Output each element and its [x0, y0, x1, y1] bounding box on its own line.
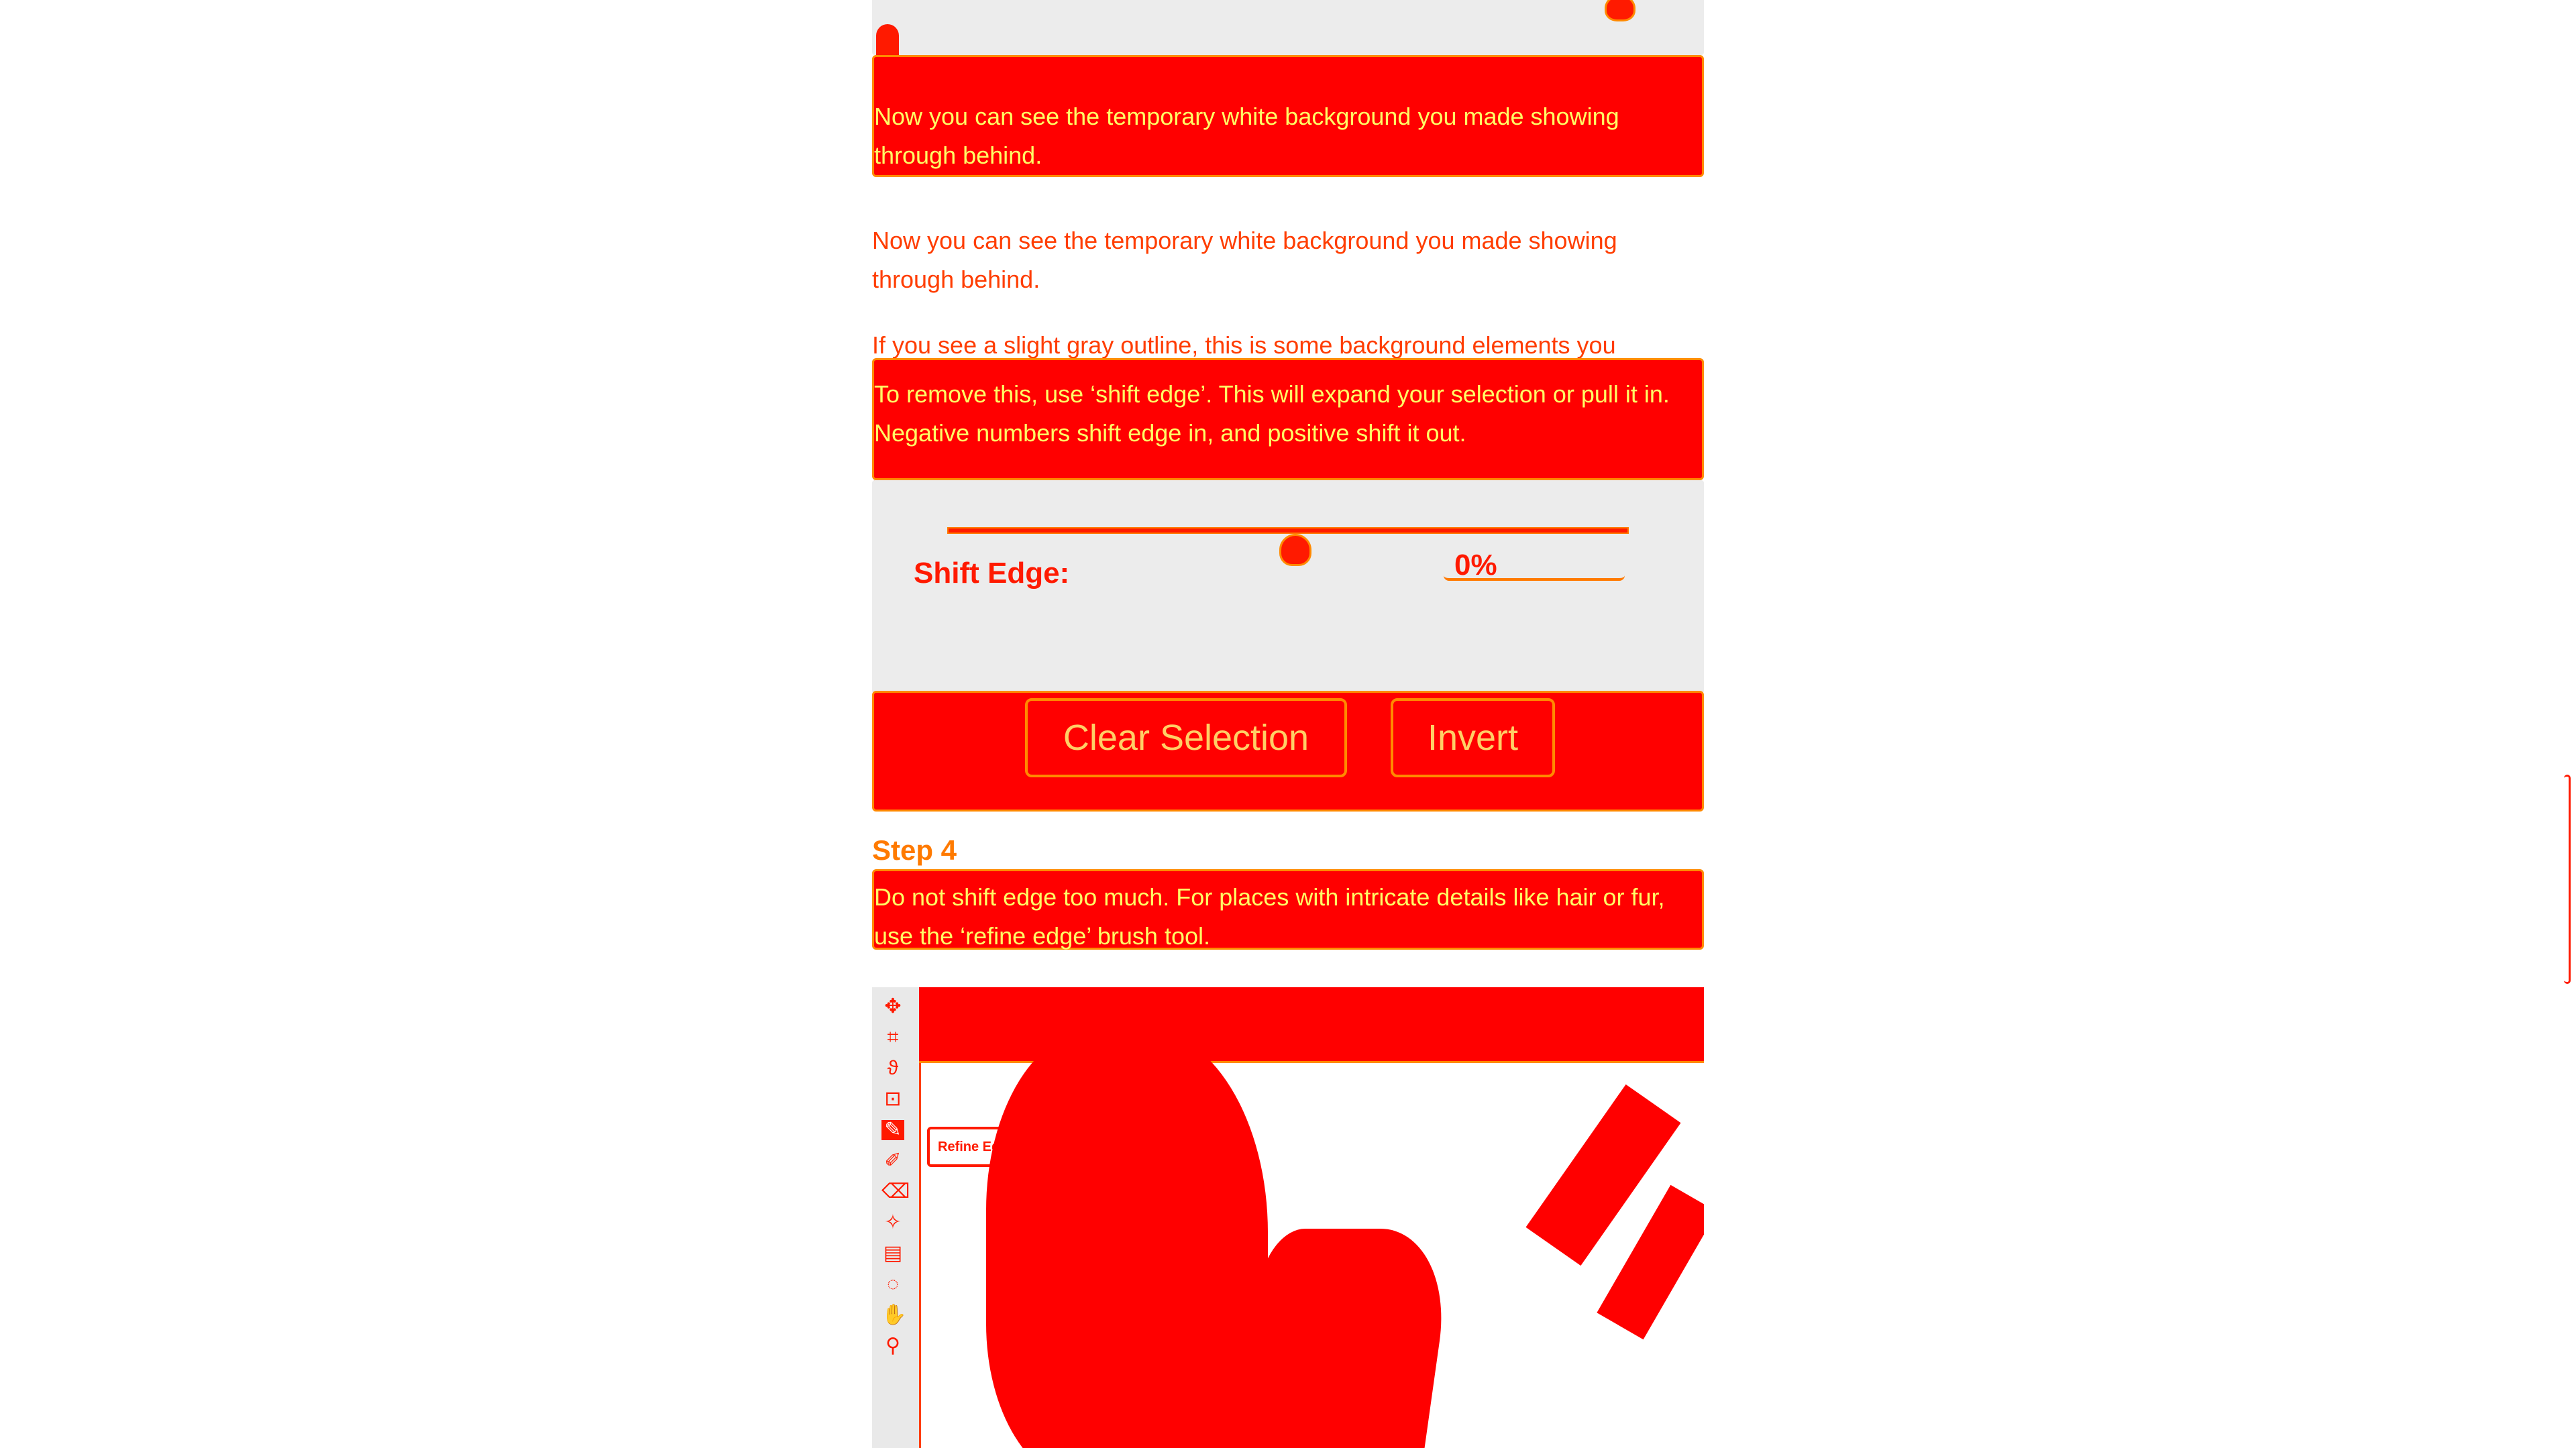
shift-edge-slider-row: Shift Edge: 0% — [872, 527, 1704, 688]
lasso-icon: ϑ — [887, 1057, 899, 1079]
quick-select-icon: ⊡ — [884, 1088, 902, 1110]
highlight-background-paragraph: Now you can see the temporary white back… — [872, 55, 1704, 177]
shift-edge-label: Shift Edge: — [914, 557, 1070, 590]
subject-shape — [986, 1027, 1268, 1448]
shift-edge-slider-thumb[interactable] — [1279, 534, 1311, 566]
page-scrollbar[interactable] — [2564, 775, 2571, 984]
paragraph-background-highlighted: Now you can see the temporary white back… — [874, 103, 1619, 169]
embedded-screenshot: ✥ ⌗ ϑ ⊡ ✎ ✐ ⌫ ✧ ▤ ◌ ✋ ⚲ Refine Edge Brus… — [872, 987, 1704, 1448]
slider-thumb-top[interactable] — [1605, 0, 1635, 21]
artboard-icon: ⌗ — [887, 1026, 899, 1048]
move-icon: ✥ — [884, 995, 902, 1017]
eraser-icon: ⌫ — [881, 1180, 910, 1203]
speech-icon: ◌ — [887, 1273, 899, 1295]
shift-edge-value-field[interactable]: 0% — [1444, 549, 1625, 581]
zoom-icon: ⚲ — [885, 1335, 900, 1357]
tools-panel: ✥ ⌗ ϑ ⊡ ✎ ✐ ⌫ ✧ ▤ ◌ ✋ ⚲ — [872, 987, 921, 1448]
page: Now you can see the temporary white back… — [0, 0, 2576, 1448]
magic-wand-icon: ✧ — [884, 1211, 902, 1233]
refine-edge-brush-icon: ✎ — [881, 1120, 904, 1140]
paragraph-refine-highlighted: Do not shift edge too much. For places w… — [874, 883, 1665, 950]
shift-edge-panel: Shift Edge: 0% — [872, 480, 1704, 693]
buttons-highlight: Clear Selection Invert — [872, 691, 1704, 812]
options-bar — [919, 987, 1704, 1063]
panel-top — [872, 0, 1704, 64]
highlight-shift-paragraph: To remove this, use ‘shift edge’. This w… — [872, 358, 1704, 480]
step-title: Step 4 — [872, 834, 957, 866]
note-icon: ▤ — [883, 1242, 903, 1264]
hand-icon: ✋ — [881, 1304, 907, 1326]
highlight-refine-paragraph: Do not shift edge too much. For places w… — [872, 869, 1704, 950]
article: Now you can see the temporary white back… — [872, 0, 1704, 1448]
brush-icon: ✐ — [884, 1150, 902, 1172]
shift-edge-value: 0% — [1454, 549, 1497, 581]
paragraph-shift-highlighted: To remove this, use ‘shift edge’. This w… — [874, 380, 1670, 447]
clear-selection-button[interactable]: Clear Selection — [1025, 698, 1347, 777]
invert-button[interactable]: Invert — [1391, 698, 1555, 777]
shift-edge-slider-track[interactable] — [947, 527, 1629, 534]
